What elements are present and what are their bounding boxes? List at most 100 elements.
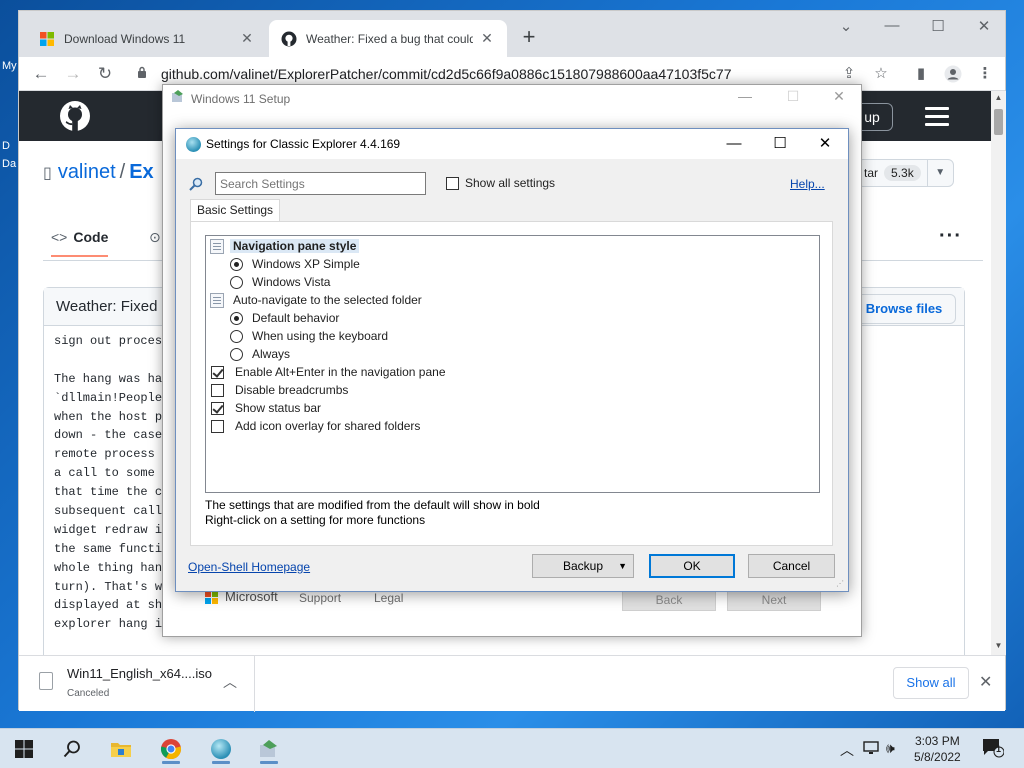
download-shelf: Win11_English_x64....iso Canceled ︿ Show… <box>19 655 1005 712</box>
setting-radio-option[interactable]: When using the keyboard <box>230 327 391 345</box>
tab-weather-commit[interactable]: Weather: Fixed a bug that could ✕ <box>269 20 507 57</box>
tab-basic-settings[interactable]: Basic Settings <box>190 199 281 222</box>
setting-radio-option[interactable]: Default behavior <box>230 309 342 327</box>
repo-owner-link[interactable]: valinet <box>58 161 116 183</box>
settings-tree[interactable]: Navigation pane style Windows XP Simple Wi… <box>205 235 820 493</box>
open-shell-homepage-link[interactable]: Open-Shell Homepage <box>188 560 310 574</box>
browse-files-button[interactable]: Browse files <box>852 294 956 324</box>
dialog-title: Settings for Classic Explorer 4.4.169 <box>206 137 401 151</box>
chrome-button[interactable] <box>153 733 189 765</box>
scroll-down-arrow-icon[interactable]: ▼ <box>991 641 1006 650</box>
lock-icon <box>138 66 146 78</box>
file-explorer-button[interactable] <box>103 733 139 765</box>
maximize-button[interactable]: ☐ <box>923 17 953 35</box>
close-tab-icon[interactable]: ✕ <box>239 30 255 47</box>
setting-radio-option[interactable]: Windows Vista <box>230 273 333 291</box>
more-options-icon[interactable]: ··· <box>939 225 962 248</box>
setting-label: Show status bar <box>235 401 322 415</box>
show-hidden-icons-chevron-icon[interactable]: ︿ <box>840 740 854 760</box>
side-panel-icon[interactable]: ▮ <box>911 65 931 83</box>
minimize-button[interactable]: — <box>722 133 746 155</box>
settings-group-icon[interactable] <box>210 238 224 254</box>
star-button-group[interactable]: tar 5.3k ▼ <box>857 159 954 187</box>
share-icon[interactable]: ⇪ <box>839 65 859 83</box>
search-button[interactable] <box>54 733 90 765</box>
setting-checkbox[interactable]: Enable Alt+Enter in the navigation pane <box>211 363 449 381</box>
menu-kebab-icon[interactable]: ⋮ <box>975 65 995 83</box>
radio-button[interactable] <box>230 311 243 325</box>
checkbox[interactable] <box>446 176 459 190</box>
close-tab-icon[interactable]: ✕ <box>479 30 495 47</box>
radio-button[interactable] <box>230 257 243 271</box>
tab-search-icon[interactable]: ⌄ <box>831 17 861 35</box>
github-icon <box>281 31 297 46</box>
close-button[interactable]: ✕ <box>829 88 849 105</box>
next-button[interactable]: Next <box>727 589 821 611</box>
setting-checkbox[interactable]: Show status bar <box>211 399 324 417</box>
repo-name-link[interactable]: Ex <box>129 161 153 183</box>
checkbox[interactable] <box>211 383 224 397</box>
close-shelf-icon[interactable]: ✕ <box>979 672 992 692</box>
desktop-icon-label[interactable]: Da <box>2 158 16 170</box>
folder-icon <box>111 743 131 757</box>
desktop-icon-label[interactable]: My <box>2 60 17 72</box>
bookmark-star-icon[interactable]: ☆ <box>871 65 891 83</box>
close-button[interactable]: ✕ <box>813 133 837 155</box>
scroll-up-arrow-icon[interactable]: ▲ <box>991 93 1006 102</box>
setting-label: Windows XP Simple <box>252 257 360 271</box>
cancel-button[interactable]: Cancel <box>748 554 835 578</box>
scrollbar-thumb[interactable] <box>994 109 1003 135</box>
setting-checkbox[interactable]: Add icon overlay for shared folders <box>211 417 423 435</box>
back-button[interactable]: Back <box>622 589 716 611</box>
download-item[interactable]: Win11_English_x64....iso Canceled ︿ <box>19 656 255 712</box>
desktop-icon-label[interactable]: D <box>2 140 10 152</box>
tab-download-windows[interactable]: Download Windows 11 ✕ <box>27 20 267 57</box>
forward-arrow-icon[interactable]: → <box>61 63 85 85</box>
search-settings-input[interactable] <box>215 172 426 195</box>
checkbox[interactable] <box>211 365 224 379</box>
setting-group[interactable]: Navigation pane style <box>210 237 360 255</box>
network-icon[interactable] <box>862 741 880 756</box>
classic-explorer-taskbar-button[interactable] <box>203 733 239 765</box>
legal-link[interactable]: Legal <box>374 591 403 605</box>
url-text: github.com/valinet/ExplorerPatcher/commi… <box>161 66 732 82</box>
checkbox[interactable] <box>211 419 224 433</box>
tab-code[interactable]: <> Code <box>51 229 109 257</box>
settings-group-icon[interactable] <box>210 292 224 308</box>
setup-taskbar-button[interactable] <box>251 733 287 765</box>
radio-button[interactable] <box>230 347 243 361</box>
clock[interactable]: 3:03 PM 5/8/2022 <box>914 733 961 765</box>
star-dropdown-chevron-icon[interactable]: ▼ <box>926 160 953 186</box>
new-tab-button[interactable]: + <box>517 25 541 49</box>
start-button[interactable] <box>6 733 42 765</box>
setting-group[interactable]: Auto-navigate to the selected folder <box>210 291 425 309</box>
help-link[interactable]: Help... <box>790 177 825 191</box>
show-all-settings-checkbox[interactable]: Show all settings <box>446 176 555 190</box>
setting-label: Disable breadcrumbs <box>235 383 349 397</box>
minimize-button[interactable]: — <box>735 88 755 104</box>
profile-avatar[interactable] <box>943 65 963 83</box>
minimize-button[interactable]: — <box>877 17 907 34</box>
maximize-button[interactable]: ☐ <box>768 133 792 155</box>
page-scrollbar[interactable]: ▲ ▼ <box>991 91 1006 655</box>
chevron-up-icon[interactable]: ︿ <box>223 672 237 692</box>
hamburger-menu-icon[interactable] <box>925 107 949 126</box>
checkbox[interactable] <box>211 401 224 415</box>
setting-checkbox[interactable]: Disable breadcrumbs <box>211 381 351 399</box>
setting-radio-option[interactable]: Always <box>230 345 293 363</box>
volume-icon[interactable]: 🕪 <box>886 740 895 757</box>
resize-grip-icon[interactable]: ⋰ <box>836 579 846 589</box>
reload-icon[interactable]: ↻ <box>93 63 117 85</box>
backup-button[interactable]: Backup ▼ <box>532 554 634 578</box>
ok-button[interactable]: OK <box>649 554 735 578</box>
radio-button[interactable] <box>230 275 243 289</box>
support-link[interactable]: Support <box>299 591 341 605</box>
github-logo-icon[interactable] <box>59 100 91 132</box>
radio-button[interactable] <box>230 329 243 343</box>
show-all-button[interactable]: Show all <box>893 667 969 699</box>
file-icon <box>39 672 53 690</box>
setting-radio-option[interactable]: Windows XP Simple <box>230 255 363 273</box>
notification-center-button[interactable]: 1 <box>982 738 1005 758</box>
back-arrow-icon[interactable]: ← <box>29 63 53 85</box>
close-button[interactable]: ✕ <box>969 17 999 35</box>
